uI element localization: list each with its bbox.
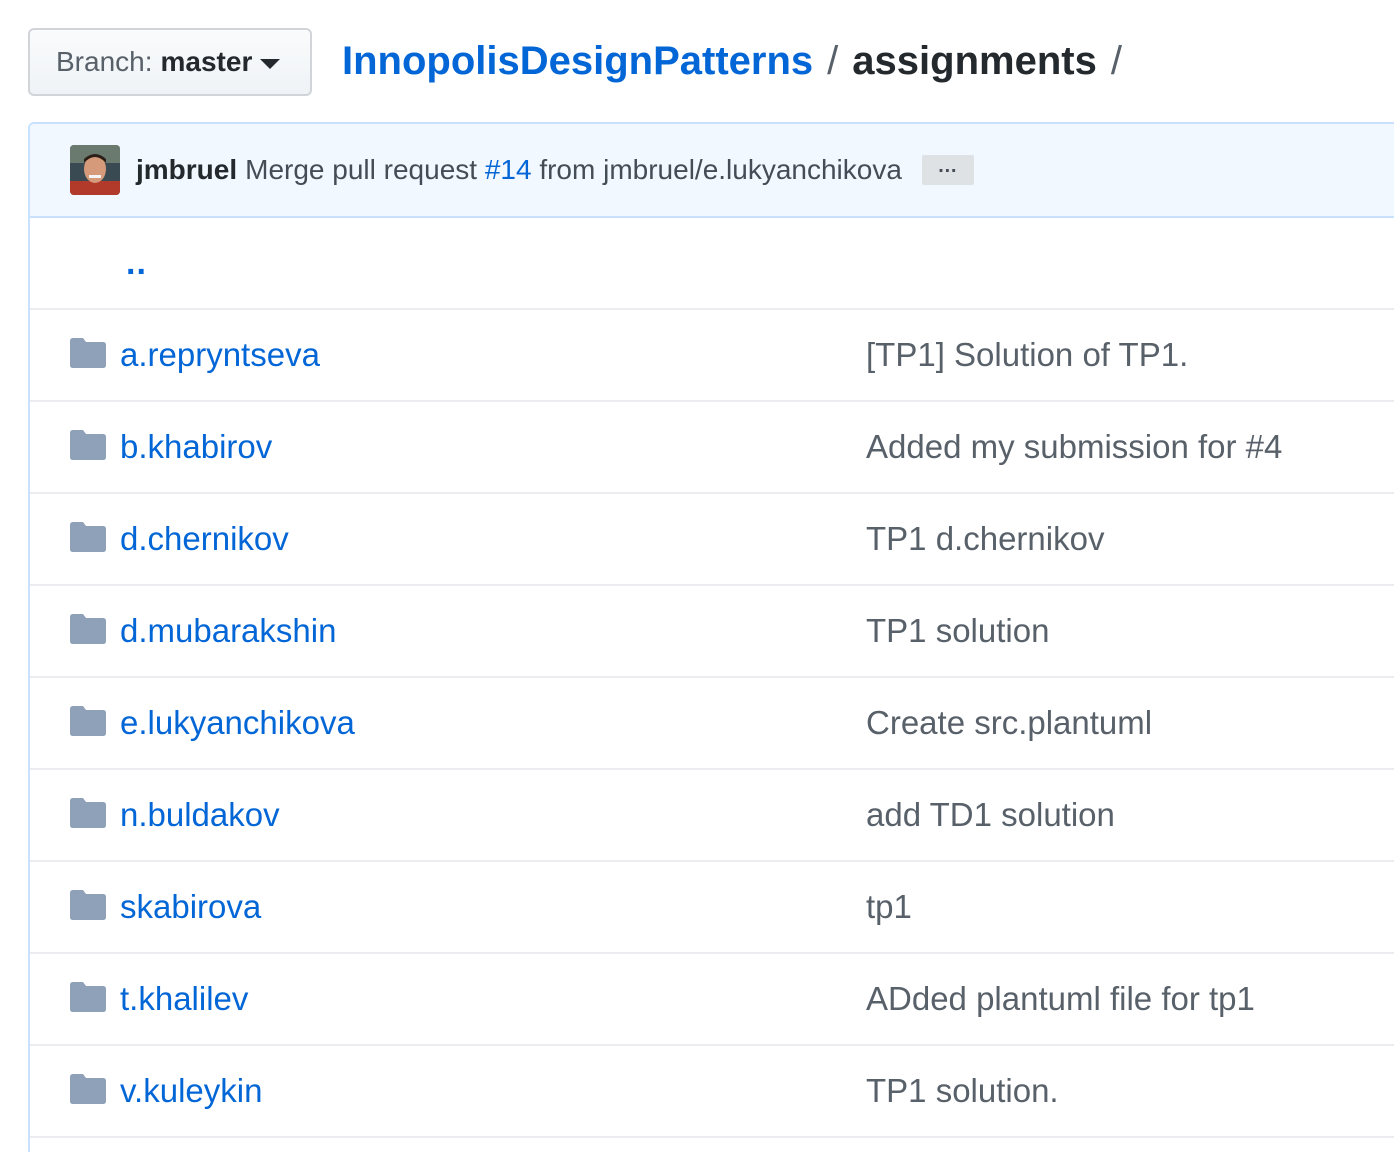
breadcrumb: InnopolisDesignPatterns / assignments / <box>342 30 1136 92</box>
file-row: n.buldakov add TD1 solution <box>30 770 1394 862</box>
file-commit-message[interactable]: [TP1] Solution of TP1. <box>866 336 1188 374</box>
folder-icon <box>70 430 106 460</box>
file-commit-message[interactable]: TP1 solution. <box>866 1072 1059 1110</box>
file-commit-message[interactable]: TP1 solution <box>866 612 1049 650</box>
file-table: jmbruel Merge pull request #14 from jmbr… <box>28 122 1394 1152</box>
folder-icon <box>70 798 106 828</box>
file-row: d.mubarakshin TP1 solution <box>30 586 1394 678</box>
folder-icon <box>70 982 106 1012</box>
file-commit-message[interactable]: Create src.plantuml <box>866 704 1152 742</box>
file-name-link[interactable]: skabirova <box>120 888 261 926</box>
breadcrumb-separator-trailing: / <box>1110 38 1122 83</box>
folder-icon <box>70 522 106 552</box>
branch-value: master <box>160 46 253 77</box>
file-commit-message[interactable]: ADded plantuml file for tp1 <box>866 980 1255 1018</box>
file-name-link[interactable]: n.buldakov <box>120 796 280 834</box>
file-name-link[interactable]: d.mubarakshin <box>120 612 336 650</box>
branch-select-button[interactable]: Branch: master <box>28 28 312 96</box>
file-row: d.chernikov TP1 d.chernikov <box>30 494 1394 586</box>
file-row: a.repryntseva [TP1] Solution of TP1. <box>30 310 1394 402</box>
avatar[interactable] <box>70 145 120 195</box>
folder-icon <box>70 706 106 736</box>
file-name-link[interactable]: v.kuleykin <box>120 1072 262 1110</box>
file-commit-message[interactable]: add TD1 solution <box>866 796 1115 834</box>
file-row: t.khalilev ADded plantuml file for tp1 <box>30 954 1394 1046</box>
breadcrumb-separator: / <box>827 38 839 83</box>
folder-icon <box>70 614 106 644</box>
commit-author[interactable]: jmbruel <box>136 154 237 186</box>
latest-commit-bar: jmbruel Merge pull request #14 from jmbr… <box>30 124 1394 218</box>
expand-commit-button[interactable]: … <box>921 155 974 185</box>
commit-message-prefix: Merge pull request <box>245 154 478 185</box>
caret-down-icon <box>260 59 281 69</box>
parent-dir-link[interactable]: .. <box>126 244 147 283</box>
file-name-link[interactable]: e.lukyanchikova <box>120 704 355 742</box>
parent-dir-row: .. <box>30 218 1394 310</box>
file-name-link[interactable]: a.repryntseva <box>120 336 320 374</box>
folder-icon <box>70 338 106 368</box>
commit-message-suffix: from jmbruel/e.lukyanchikova <box>539 154 902 185</box>
file-commit-message[interactable]: TP1 d.chernikov <box>866 520 1104 558</box>
file-row: v.kuleykin TP1 solution. <box>30 1046 1394 1138</box>
file-commit-message[interactable]: Added my submission for #4 <box>866 428 1282 466</box>
breadcrumb-current-dir: assignments <box>852 38 1097 83</box>
file-row: e.lukyanchikova Create src.plantuml <box>30 678 1394 770</box>
file-row: skabirova tp1 <box>30 862 1394 954</box>
file-name-link[interactable]: d.chernikov <box>120 520 289 558</box>
file-row: b.khabirov Added my submission for #4 <box>30 402 1394 494</box>
file-name-link[interactable]: b.khabirov <box>120 428 272 466</box>
folder-icon <box>70 1074 106 1104</box>
folder-icon <box>70 890 106 920</box>
file-name-link[interactable]: t.khalilev <box>120 980 248 1018</box>
file-commit-message[interactable]: tp1 <box>866 888 912 926</box>
breadcrumb-repo-link[interactable]: InnopolisDesignPatterns <box>342 39 813 84</box>
branch-label: Branch: <box>56 46 153 77</box>
commit-pr-link[interactable]: #14 <box>485 154 532 186</box>
